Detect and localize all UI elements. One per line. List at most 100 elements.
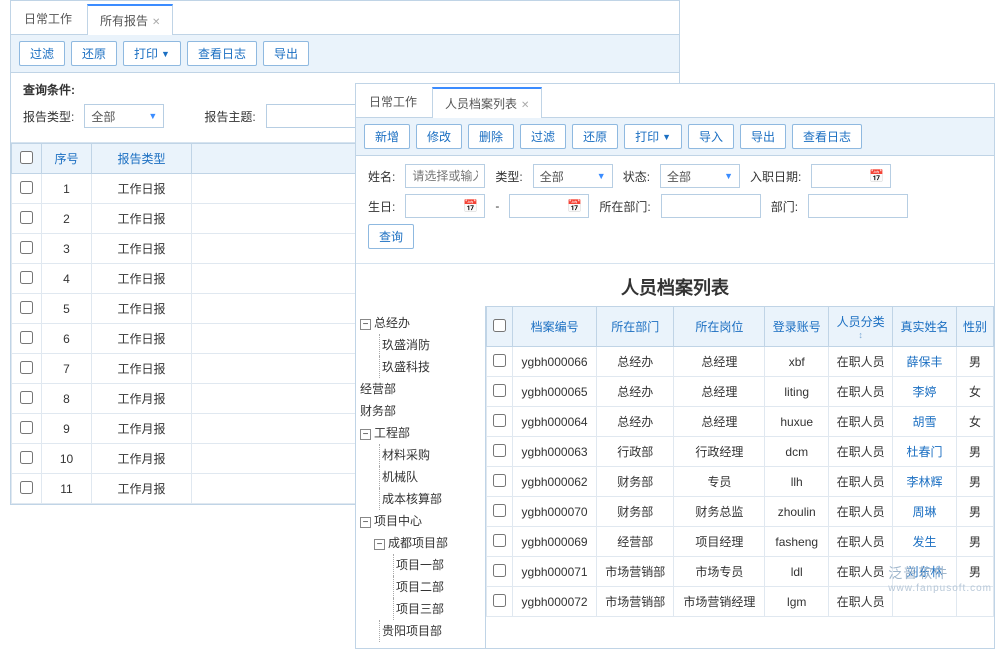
col-account[interactable]: 登录账号 [765, 307, 829, 347]
row-checkbox[interactable] [20, 211, 33, 224]
col-file-id[interactable]: 档案编号 [513, 307, 597, 347]
table-row[interactable]: ygbh000062财务部专员llh在职人员李林辉男 [487, 467, 994, 497]
report-type-select[interactable]: 全部▼ [84, 104, 164, 128]
row-checkbox[interactable] [20, 421, 33, 434]
row-checkbox[interactable] [20, 451, 33, 464]
tree-node[interactable]: 玖盛消防 [379, 334, 481, 356]
collapse-icon[interactable]: − [360, 517, 371, 528]
tree-node[interactable]: 机械队 [379, 466, 481, 488]
cell-name-link[interactable]: 周琳 [893, 497, 957, 527]
row-checkbox[interactable] [493, 504, 506, 517]
row-checkbox[interactable] [493, 594, 506, 607]
tree-node[interactable]: 玖盛科技 [379, 356, 481, 378]
cell-name-link[interactable]: 杜春门 [893, 437, 957, 467]
type-select[interactable]: 全部▼ [533, 164, 613, 188]
table-row[interactable]: ygbh000064总经办总经理huxue在职人员胡雪女 [487, 407, 994, 437]
print-button[interactable]: 打印▼ [123, 41, 181, 66]
filter-button[interactable]: 过滤 [19, 41, 65, 66]
table-row[interactable]: ygbh000070财务部财务总监zhoulin在职人员周琳男 [487, 497, 994, 527]
birth-to-input[interactable]: 📅 [509, 194, 589, 218]
table-row[interactable]: ygbh000072市场营销部市场营销经理lgm在职人员 [487, 587, 994, 617]
row-checkbox[interactable] [493, 534, 506, 547]
cell-name-link[interactable]: 发生 [893, 527, 957, 557]
col-gender[interactable]: 性别 [956, 307, 993, 347]
row-checkbox[interactable] [20, 301, 33, 314]
cell-name-link[interactable]: 刘东林 [893, 557, 957, 587]
table-row[interactable]: ygbh000066总经办总经理xbf在职人员薛保丰男 [487, 347, 994, 377]
tree-node[interactable]: 项目二部 [393, 576, 481, 598]
table-row[interactable]: ygbh000069经营部项目经理fasheng在职人员发生男 [487, 527, 994, 557]
export-button[interactable]: 导出 [740, 124, 786, 149]
cell-name-link[interactable] [893, 587, 957, 617]
tree-node[interactable]: 项目一部 [393, 554, 481, 576]
cell-type: 工作月报 [92, 474, 192, 504]
tree-node[interactable]: 项目中心 [374, 514, 422, 528]
tab-all-reports[interactable]: 所有报告✕ [87, 4, 173, 35]
print-button[interactable]: 打印▼ [624, 124, 682, 149]
tree-node[interactable]: 经营部 [360, 378, 481, 400]
row-checkbox[interactable] [493, 564, 506, 577]
row-checkbox[interactable] [20, 331, 33, 344]
select-all-checkbox[interactable] [20, 151, 33, 164]
select-all-checkbox[interactable] [493, 319, 506, 332]
collapse-icon[interactable]: − [360, 319, 371, 330]
log-button[interactable]: 查看日志 [187, 41, 257, 66]
reset-button[interactable]: 还原 [71, 41, 117, 66]
query-button[interactable]: 查询 [368, 224, 414, 249]
export-button[interactable]: 导出 [263, 41, 309, 66]
tree-node[interactable]: 成本核算部 [379, 488, 481, 510]
row-checkbox[interactable] [20, 241, 33, 254]
row-checkbox[interactable] [493, 474, 506, 487]
tree-node[interactable]: 财务部 [360, 400, 481, 422]
row-checkbox[interactable] [493, 444, 506, 457]
collapse-icon[interactable]: − [360, 429, 371, 440]
reset-button[interactable]: 还原 [572, 124, 618, 149]
table-row[interactable]: ygbh000071市场营销部市场专员ldl在职人员刘东林男 [487, 557, 994, 587]
row-checkbox[interactable] [20, 181, 33, 194]
row-checkbox[interactable] [20, 361, 33, 374]
hire-date-input[interactable]: 📅 [811, 164, 891, 188]
row-checkbox[interactable] [20, 271, 33, 284]
tree-node[interactable]: 总经办 [374, 316, 410, 330]
tree-node[interactable]: 项目三部 [393, 598, 481, 620]
col-type[interactable]: 报告类型 [92, 144, 192, 174]
col-realname[interactable]: 真实姓名 [893, 307, 957, 347]
dept1-input[interactable] [661, 194, 761, 218]
col-num[interactable]: 序号 [42, 144, 92, 174]
filter-button[interactable]: 过滤 [520, 124, 566, 149]
table-row[interactable]: ygbh000063行政部行政经理dcm在职人员杜春门男 [487, 437, 994, 467]
log-button[interactable]: 查看日志 [792, 124, 862, 149]
tree-node[interactable]: 材料采购 [379, 444, 481, 466]
cell-name-link[interactable]: 李林辉 [893, 467, 957, 497]
status-select[interactable]: 全部▼ [660, 164, 740, 188]
close-icon[interactable]: ✕ [152, 17, 160, 28]
col-pos[interactable]: 所在岗位 [674, 307, 765, 347]
row-checkbox[interactable] [493, 384, 506, 397]
tab-personnel-list[interactable]: 人员档案列表✕ [432, 87, 542, 118]
cell-name-link[interactable]: 薛保丰 [893, 347, 957, 377]
cell-name-link[interactable]: 胡雪 [893, 407, 957, 437]
tree-node[interactable]: 工程部 [374, 426, 410, 440]
row-checkbox[interactable] [20, 391, 33, 404]
report-subject-input[interactable] [266, 104, 366, 128]
close-icon[interactable]: ✕ [521, 100, 529, 111]
row-checkbox[interactable] [20, 481, 33, 494]
delete-button[interactable]: 删除 [468, 124, 514, 149]
row-checkbox[interactable] [493, 354, 506, 367]
name-input[interactable] [405, 164, 485, 188]
col-category[interactable]: 人员分类↕ [829, 307, 893, 347]
dept2-input[interactable] [808, 194, 908, 218]
table-row[interactable]: ygbh000065总经办总经理liting在职人员李婷女 [487, 377, 994, 407]
cell-name-link[interactable]: 李婷 [893, 377, 957, 407]
edit-button[interactable]: 修改 [416, 124, 462, 149]
tab-daily-work[interactable]: 日常工作 [356, 86, 430, 117]
col-dept[interactable]: 所在部门 [597, 307, 674, 347]
birth-from-input[interactable]: 📅 [405, 194, 485, 218]
add-button[interactable]: 新增 [364, 124, 410, 149]
collapse-icon[interactable]: − [374, 539, 385, 550]
row-checkbox[interactable] [493, 414, 506, 427]
tab-daily-work[interactable]: 日常工作 [11, 3, 85, 34]
tree-node[interactable]: 成都项目部 [388, 536, 448, 550]
import-button[interactable]: 导入 [688, 124, 734, 149]
tree-node[interactable]: 贵阳项目部 [379, 620, 481, 642]
